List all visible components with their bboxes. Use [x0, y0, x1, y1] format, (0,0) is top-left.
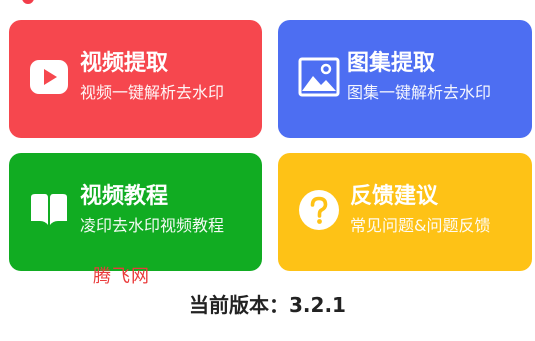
video-extract-subtitle: 视频一键解析去水印 — [80, 83, 225, 102]
feedback-title: 反馈建议 — [350, 184, 439, 209]
open-book-icon — [28, 189, 70, 231]
image-extract-subtitle: 图集一键解析去水印 — [347, 83, 492, 102]
question-circle-icon — [298, 189, 340, 231]
image-extract-card[interactable]: 图集提取 图集一键解析去水印 — [278, 20, 532, 138]
image-gallery-icon — [298, 56, 340, 98]
image-extract-title: 图集提取 — [347, 51, 436, 76]
top-decoration-dot — [22, 0, 34, 4]
version-label: 当前版本：3.2.1 — [189, 293, 346, 317]
video-tutorial-subtitle: 凌印去水印视频教程 — [80, 216, 225, 235]
feedback-subtitle: 常见问题&问题反馈 — [350, 216, 491, 235]
video-extract-title: 视频提取 — [80, 51, 169, 76]
feedback-card[interactable]: 反馈建议 常见问题&问题反馈 — [278, 153, 532, 271]
video-extract-card[interactable]: 视频提取 视频一键解析去水印 — [9, 20, 262, 138]
video-tutorial-title: 视频教程 — [80, 184, 169, 209]
video-play-icon — [28, 56, 70, 98]
watermark-text: 腾飞网 — [93, 266, 150, 287]
video-tutorial-card[interactable]: 视频教程 凌印去水印视频教程 — [9, 153, 262, 271]
